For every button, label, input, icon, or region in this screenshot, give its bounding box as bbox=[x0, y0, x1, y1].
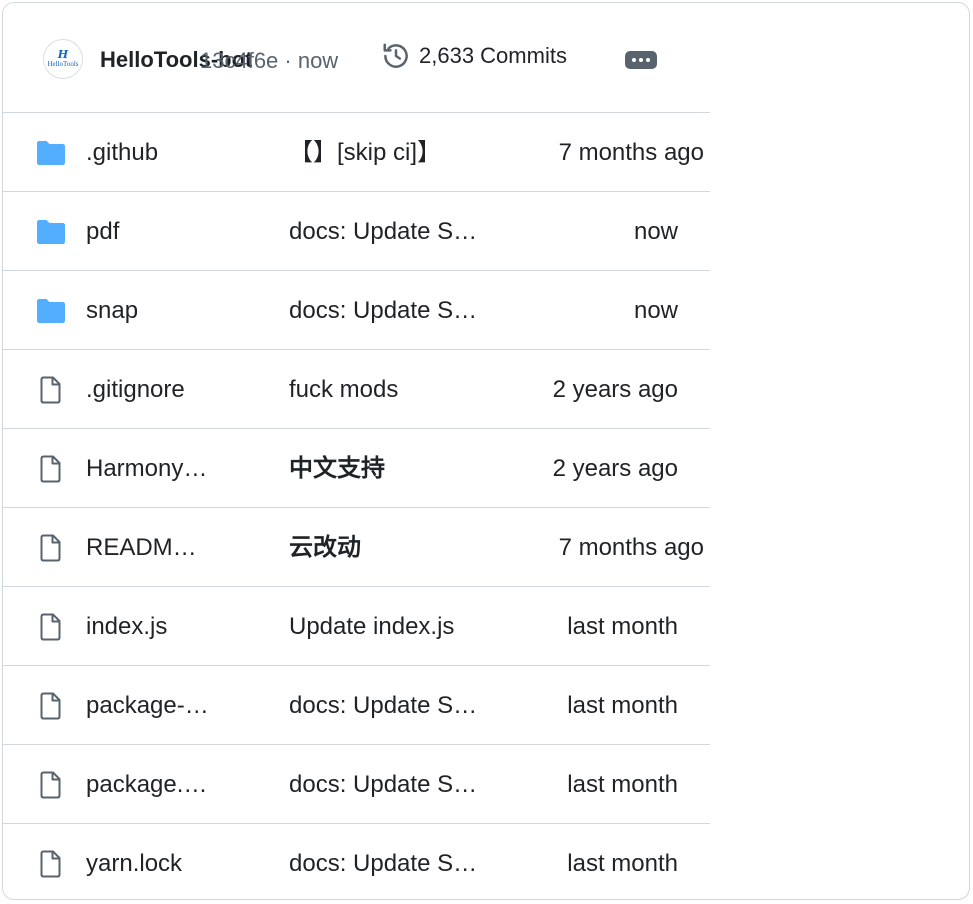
file-row-2[interactable]: snap docs: Update S… now bbox=[3, 271, 710, 350]
more-options-button[interactable] bbox=[625, 51, 657, 69]
file-row-4[interactable]: Harmony… 中文支持 2 years ago bbox=[3, 429, 710, 508]
commit-message-link[interactable]: Update index.js bbox=[289, 613, 454, 641]
file-row-9[interactable]: yarn.lock docs: Update S… last month bbox=[3, 824, 710, 899]
avatar-logo-text: HelloTools bbox=[47, 60, 79, 68]
commit-message-link[interactable]: 中文支持 bbox=[289, 455, 385, 483]
file-name-link[interactable]: Harmony… bbox=[86, 455, 207, 483]
file-name-link[interactable]: READM… bbox=[86, 534, 197, 562]
commit-time: last month bbox=[567, 771, 678, 798]
commit-message-link[interactable]: docs: Update S… bbox=[289, 771, 477, 799]
commit-message-link[interactable]: docs: Update S… bbox=[289, 850, 477, 878]
latest-commit-header: H HelloTools HelloTools-bot 13c4f6e · no… bbox=[3, 3, 710, 113]
commits-count: 2,633 Commits bbox=[419, 43, 567, 68]
file-name-link[interactable]: .github bbox=[86, 139, 158, 167]
file-rows: .github 【】[skip ci]】 7 months ago pdf do… bbox=[3, 113, 710, 899]
file-list-panel: H HelloTools HelloTools-bot 13c4f6e · no… bbox=[3, 3, 710, 899]
commit-message-link[interactable]: fuck mods bbox=[289, 376, 398, 404]
file-row-5[interactable]: READM… 云改动 7 months ago bbox=[3, 508, 710, 587]
avatar-logo-letter: H bbox=[57, 48, 69, 61]
file-row-6[interactable]: index.js Update index.js last month bbox=[3, 587, 710, 666]
repo-file-browser: H HelloTools HelloTools-bot 13c4f6e · no… bbox=[2, 2, 970, 900]
commit-time: 2 years ago bbox=[552, 455, 678, 482]
commit-time: last month bbox=[567, 613, 678, 640]
commit-time: 7 months ago bbox=[558, 139, 704, 166]
file-name-link[interactable]: index.js bbox=[86, 613, 167, 641]
file-name-link[interactable]: snap bbox=[86, 297, 138, 325]
file-icon bbox=[35, 850, 67, 878]
commit-message-link[interactable]: 【】[skip ci]】 bbox=[289, 139, 441, 167]
commit-time: 7 months ago bbox=[558, 534, 704, 561]
file-row-1[interactable]: pdf docs: Update S… now bbox=[3, 192, 710, 271]
commit-hash-time[interactable]: 13c4f6e · now bbox=[200, 49, 338, 73]
folder-icon bbox=[35, 218, 67, 246]
file-row-8[interactable]: package.… docs: Update S… last month bbox=[3, 745, 710, 824]
file-row-7[interactable]: package-… docs: Update S… last month bbox=[3, 666, 710, 745]
commit-time: 2 years ago bbox=[552, 376, 678, 403]
folder-icon bbox=[35, 297, 67, 325]
commit-message-link[interactable]: docs: Update S… bbox=[289, 692, 477, 720]
folder-icon bbox=[35, 139, 67, 167]
avatar[interactable]: H HelloTools bbox=[43, 39, 83, 79]
file-name-link[interactable]: package-… bbox=[86, 692, 209, 720]
file-icon bbox=[35, 376, 67, 404]
commit-time: last month bbox=[567, 692, 678, 719]
file-name-link[interactable]: .gitignore bbox=[86, 376, 185, 404]
file-icon bbox=[35, 692, 67, 720]
file-icon bbox=[35, 771, 67, 799]
file-row-3[interactable]: .gitignore fuck mods 2 years ago bbox=[3, 350, 710, 429]
file-icon bbox=[35, 534, 67, 562]
file-name-link[interactable]: package.… bbox=[86, 771, 207, 799]
commit-time: now bbox=[633, 297, 678, 324]
commit-message-link[interactable]: docs: Update S… bbox=[289, 218, 477, 246]
commit-message-link[interactable]: 云改动 bbox=[289, 534, 361, 562]
commits-history-link[interactable]: 2,633 Commits bbox=[381, 41, 567, 71]
ellipsis-icon bbox=[632, 58, 636, 62]
file-row-0[interactable]: .github 【】[skip ci]】 7 months ago bbox=[3, 113, 710, 192]
file-icon bbox=[35, 613, 67, 641]
file-icon bbox=[35, 455, 67, 483]
history-icon bbox=[383, 43, 408, 68]
file-name-link[interactable]: pdf bbox=[86, 218, 119, 246]
commit-message-link[interactable]: docs: Update S… bbox=[289, 297, 477, 325]
commit-time: now bbox=[633, 218, 678, 245]
commit-time: last month bbox=[567, 850, 678, 877]
file-name-link[interactable]: yarn.lock bbox=[86, 850, 182, 878]
